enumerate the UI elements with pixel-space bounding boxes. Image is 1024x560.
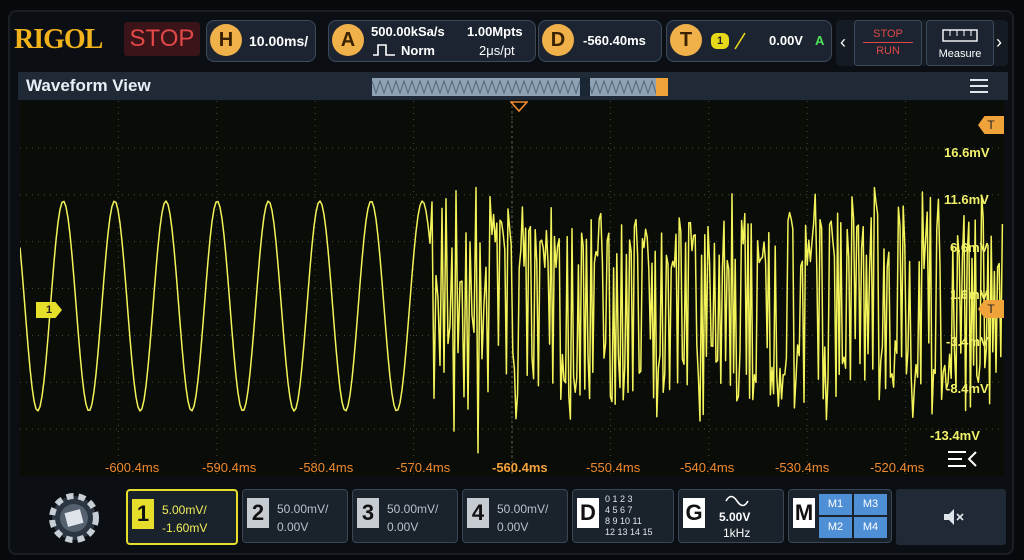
trigger-status: A — [815, 33, 825, 48]
brand-logo: RIGOL — [14, 24, 103, 55]
voltage-label: 16.6mV — [944, 145, 990, 160]
channel-1-trace — [20, 186, 1004, 454]
voltage-label: -3.4mV — [946, 334, 989, 349]
trigger-key: T — [670, 24, 702, 56]
acquire-key: A — [332, 24, 364, 56]
delay-key: D — [542, 24, 574, 56]
run-state-indicator[interactable]: STOP — [124, 22, 200, 56]
trigger-control[interactable]: T 1 0.00V A — [666, 20, 832, 62]
channel-1-number: 1 — [132, 499, 154, 529]
channel-4-box[interactable]: 4 50.00mV/ 0.00V — [462, 489, 568, 543]
chevron-right-icon[interactable]: › — [996, 32, 1002, 53]
pulse-icon — [373, 43, 395, 62]
horizontal-key: H — [210, 24, 242, 56]
generator-amplitude: 5.00V — [719, 510, 751, 524]
channel-4-offset: 0.00V — [497, 520, 529, 534]
channel-3-scale: 50.00mV/ — [387, 502, 439, 516]
ruler-icon — [942, 27, 978, 48]
run-label: RUN — [876, 45, 900, 57]
rising-edge-icon — [733, 31, 747, 56]
math-box[interactable]: M M1 M3 M2 M4 — [788, 489, 892, 543]
channel-2-number: 2 — [247, 498, 269, 528]
stop-run-divider — [863, 42, 913, 43]
voltage-label: 1.6mV — [950, 287, 989, 302]
generator-frequency: 1kHz — [723, 526, 751, 540]
voltage-label: 6.6mV — [950, 240, 989, 255]
trigger-position-marker[interactable] — [509, 100, 529, 118]
sound-panel[interactable] — [896, 489, 1006, 545]
time-label: -550.4ms — [586, 460, 641, 475]
menu-icon[interactable] — [970, 79, 988, 97]
channel-1-scale: 5.00mV/ — [162, 503, 207, 517]
delay-offset: -560.40ms — [583, 33, 646, 48]
waveform-view-title: Waveform View — [26, 76, 151, 95]
time-label: -600.4ms — [105, 460, 160, 475]
channel-2-scale: 50.00mV/ — [277, 502, 329, 516]
stop-label: STOP — [873, 28, 903, 40]
trigger-level: 0.00V — [769, 33, 803, 48]
generator-key: G — [683, 498, 705, 528]
home-gear-icon[interactable] — [38, 487, 110, 549]
time-label: -530.4ms — [775, 460, 830, 475]
time-label: -580.4ms — [299, 460, 354, 475]
digital-row: 0 1 2 3 — [605, 494, 633, 504]
delay-control[interactable]: D -560.40ms — [538, 20, 662, 62]
bottom-bar: 1 5.00mV/ -1.60mV 2 50.00mV/ 0.00V 3 50.… — [10, 483, 1010, 553]
trigger-source-badge: 1 — [711, 33, 729, 49]
acquire-mode: Norm — [401, 43, 435, 58]
sample-interval: 2μs/pt — [479, 43, 515, 58]
channel-1-offset: -1.60mV — [162, 521, 208, 535]
collapse-panel-icon[interactable] — [946, 448, 980, 475]
waveform-overview-bar[interactable] — [371, 78, 669, 96]
math-m4[interactable]: M4 — [854, 517, 887, 538]
channel-1-box[interactable]: 1 5.00mV/ -1.60mV — [126, 489, 238, 545]
channel-3-number: 3 — [357, 498, 379, 528]
channel-4-number: 4 — [467, 498, 489, 528]
generator-box[interactable]: G 5.00V 1kHz — [678, 489, 784, 543]
math-m3[interactable]: M3 — [854, 494, 887, 515]
math-grid: M1 M3 M2 M4 — [819, 494, 887, 538]
horizontal-control[interactable]: H 10.00ms/ — [206, 20, 316, 62]
digital-row: 4 5 6 7 — [605, 505, 633, 515]
math-m2[interactable]: M2 — [819, 517, 852, 538]
time-label: -540.4ms — [680, 460, 735, 475]
digital-row: 8 9 10 11 — [605, 516, 642, 526]
voltage-label: 11.6mV — [944, 192, 989, 207]
chevron-left-icon[interactable]: ‹ — [840, 32, 846, 53]
digital-channel-grid: 0 1 2 3 4 5 6 7 8 9 10 11 12 13 14 15 — [605, 494, 653, 538]
timebase-value: 10.00ms/ — [249, 33, 309, 49]
time-label-center: -560.4ms — [492, 460, 548, 475]
measure-button[interactable]: Measure — [926, 20, 994, 66]
channel-2-box[interactable]: 2 50.00mV/ 0.00V — [242, 489, 348, 543]
acquire-control[interactable]: A 500.00kSa/s 1.00Mpts Norm 2μs/pt — [328, 20, 536, 62]
math-m1[interactable]: M1 — [819, 494, 852, 515]
voltage-label: -13.4mV — [930, 428, 980, 443]
time-label: -520.4ms — [870, 460, 925, 475]
measure-label: Measure — [938, 48, 982, 60]
channel-4-scale: 50.00mV/ — [497, 502, 549, 516]
voltage-label: -8.4mV — [946, 381, 989, 396]
digital-row: 12 13 14 15 — [605, 527, 653, 537]
math-key: M — [793, 498, 815, 528]
top-bar: RIGOL STOP H 10.00ms/ A 500.00kSa/s 1.00… — [10, 14, 1014, 68]
speaker-mute-icon[interactable] — [942, 507, 964, 532]
stop-run-button[interactable]: STOP RUN — [854, 20, 922, 66]
channel-3-offset: 0.00V — [387, 520, 419, 534]
digital-channels-box[interactable]: D 0 1 2 3 4 5 6 7 8 9 10 11 12 13 14 15 — [572, 489, 674, 543]
waveform-display[interactable] — [20, 101, 1004, 476]
channel-2-offset: 0.00V — [277, 520, 309, 534]
sample-rate: 500.00kSa/s — [371, 24, 445, 39]
memory-depth: 1.00Mpts — [467, 24, 523, 39]
time-label: -590.4ms — [202, 460, 257, 475]
channel-3-box[interactable]: 3 50.00mV/ 0.00V — [352, 489, 458, 543]
digital-key: D — [577, 498, 599, 528]
time-label: -570.4ms — [396, 460, 451, 475]
